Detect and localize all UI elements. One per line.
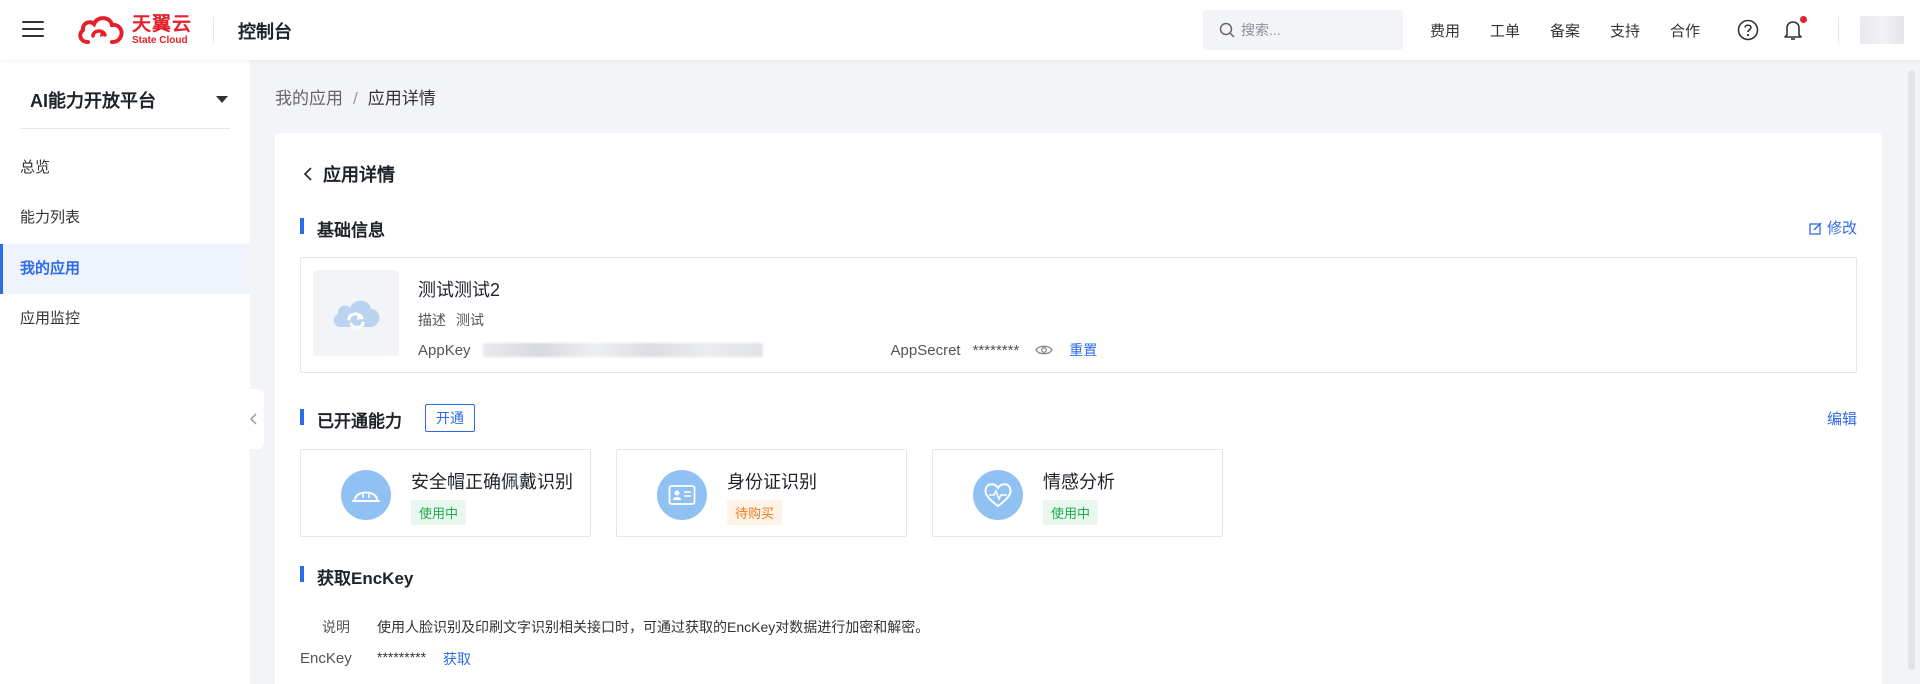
- appsecret-label: AppSecret: [890, 341, 961, 359]
- bell-icon[interactable]: [1783, 16, 1807, 46]
- breadcrumb-current: 应用详情: [367, 89, 436, 108]
- edit-capabilities-button[interactable]: 编辑: [1827, 408, 1857, 429]
- nav-billing[interactable]: 费用: [1430, 20, 1460, 41]
- console-title[interactable]: 控制台: [238, 18, 292, 44]
- chevron-left-icon: [250, 413, 257, 425]
- helmet-icon: [341, 470, 391, 520]
- logo-cn: 天翼云: [132, 13, 193, 35]
- app-info-box: 测试测试2 描述 测试 AppKey AppSecret ******** 重置: [300, 257, 1857, 373]
- appkey-label: AppKey: [418, 341, 471, 359]
- app-name: 测试测试2: [418, 280, 501, 300]
- section-title-enckey: 获取EncKey: [300, 564, 413, 589]
- appsecret-value: ********: [972, 341, 1020, 359]
- open-capability-button[interactable]: 开通: [425, 404, 475, 432]
- status-badge: 待购买: [727, 500, 783, 525]
- search-input[interactable]: [1241, 22, 1391, 38]
- edit-label[interactable]: 修改: [1827, 217, 1857, 238]
- fetch-enckey-button[interactable]: 获取: [443, 649, 471, 669]
- divider: [213, 17, 214, 43]
- nav-ticket[interactable]: 工单: [1490, 20, 1520, 41]
- chevron-left-icon: [303, 167, 312, 181]
- breadcrumb-separator: /: [353, 89, 358, 108]
- note-text: 使用人脸识别及印刷文字识别相关接口时，可通过获取的EncKey对数据进行加密和解…: [377, 619, 930, 635]
- app-icon: [313, 270, 399, 356]
- description-value: 测试: [456, 312, 484, 328]
- sidebar-item-monitor[interactable]: 应用监控: [0, 294, 250, 344]
- note-label: 说明: [322, 619, 350, 635]
- description-label: 描述: [418, 312, 446, 328]
- breadcrumb: 我的应用 / 应用详情: [275, 84, 436, 109]
- logo[interactable]: 天翼云 State Cloud: [76, 12, 192, 48]
- back-button[interactable]: 应用详情: [303, 161, 395, 187]
- capability-name: 情感分析: [1043, 472, 1115, 492]
- cloud-sync-icon: [333, 300, 380, 329]
- edit-icon: [1809, 221, 1822, 235]
- section-title-basic-info: 基础信息: [300, 216, 385, 241]
- enckey-label: EncKey: [300, 650, 352, 667]
- capability-name: 安全帽正确佩戴识别: [411, 472, 573, 492]
- capability-card-sentiment[interactable]: 情感分析 使用中: [932, 449, 1223, 537]
- capability-card-id-card[interactable]: 身份证识别 待购买: [616, 449, 907, 537]
- search-icon: [1219, 22, 1235, 38]
- detail-card: 应用详情 基础信息 修改 测试测试2 描述 测试 AppKey AppSecret…: [275, 133, 1882, 684]
- notification-dot: [1800, 16, 1807, 23]
- caret-down-icon[interactable]: [216, 96, 228, 103]
- appkey-value-masked: [482, 343, 763, 357]
- sidebar: AI能力开放平台 总览 能力列表 我的应用 应用监控: [0, 60, 250, 684]
- enckey-value: *********: [377, 649, 427, 665]
- breadcrumb-parent[interactable]: 我的应用: [275, 89, 343, 108]
- key-row: AppKey AppSecret ******** 重置: [418, 340, 1097, 360]
- scrollbar[interactable]: [1908, 70, 1915, 670]
- description-row: 描述 测试: [418, 310, 484, 330]
- divider: [20, 128, 230, 129]
- divider: [1838, 17, 1839, 43]
- collapse-sidebar-button[interactable]: [244, 389, 264, 449]
- top-bar: 天翼云 State Cloud 控制台 费用 工单 备案 支持 合作: [0, 0, 1920, 60]
- menu-icon[interactable]: [22, 21, 44, 39]
- sidebar-item-capabilities[interactable]: 能力列表: [0, 193, 250, 243]
- page-title: 应用详情: [323, 165, 395, 185]
- nav-support[interactable]: 支持: [1610, 20, 1640, 41]
- section-title-capabilities: 已开通能力: [300, 407, 402, 432]
- id-card-icon: [657, 470, 707, 520]
- sidebar-item-overview[interactable]: 总览: [0, 143, 250, 193]
- status-badge: 使用中: [1043, 500, 1099, 525]
- avatar[interactable]: [1860, 16, 1904, 44]
- nav-partner[interactable]: 合作: [1670, 20, 1700, 41]
- capability-card-helmet[interactable]: 安全帽正确佩戴识别 使用中: [300, 449, 591, 537]
- logo-en: State Cloud: [132, 34, 188, 46]
- cloud-logo-icon: [78, 16, 124, 44]
- reset-secret-button[interactable]: 重置: [1069, 340, 1097, 360]
- heart-pulse-icon: [973, 470, 1023, 520]
- eye-icon[interactable]: [1035, 344, 1054, 356]
- platform-title: AI能力开放平台: [30, 91, 156, 111]
- capability-name: 身份证识别: [727, 472, 817, 492]
- nav-filing[interactable]: 备案: [1550, 20, 1580, 41]
- sidebar-item-my-apps[interactable]: 我的应用: [0, 244, 250, 294]
- edit-basic-info-button[interactable]: 修改: [1809, 217, 1857, 238]
- help-icon[interactable]: [1737, 19, 1759, 46]
- status-badge: 使用中: [411, 500, 467, 525]
- search-box[interactable]: [1203, 10, 1403, 50]
